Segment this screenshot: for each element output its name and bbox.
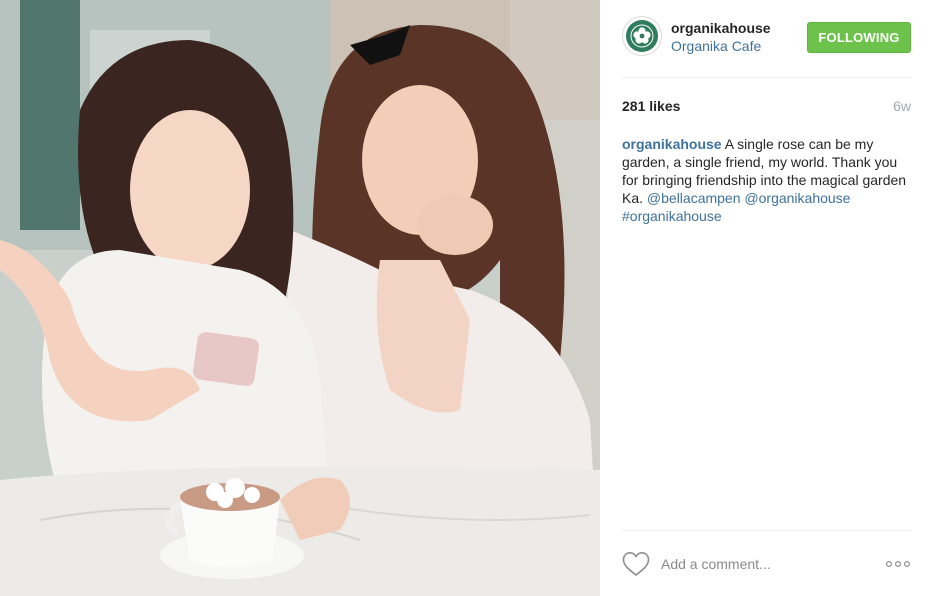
more-options-icon[interactable] [885, 557, 911, 569]
following-button[interactable]: FOLLOWING [807, 22, 911, 53]
header-divider [622, 77, 911, 78]
heart-icon[interactable] [622, 551, 650, 577]
header-location[interactable]: Organika Cafe [671, 38, 761, 54]
caption-username[interactable]: organikahouse [622, 136, 722, 152]
caption-mention-bellacampen[interactable]: @bellacampen [647, 190, 741, 206]
post-footer [622, 548, 911, 580]
post-photo [0, 0, 600, 596]
comment-input[interactable] [661, 552, 871, 576]
flower-logo-icon [626, 20, 658, 52]
likes-count[interactable]: 281 likes [622, 98, 680, 114]
post-sidebar: organikahouse Organika Cafe FOLLOWING 28… [600, 0, 931, 596]
post-time[interactable]: 6w [893, 98, 911, 114]
post-header: organikahouse Organika Cafe FOLLOWING [622, 16, 911, 62]
header-username[interactable]: organikahouse [671, 20, 771, 36]
post-caption: organikahouse A single rose can be my ga… [622, 135, 913, 225]
caption-hashtag[interactable]: #organikahouse [622, 208, 722, 224]
avatar[interactable] [622, 16, 662, 56]
footer-divider [622, 530, 911, 531]
caption-mention-organikahouse[interactable]: @organikahouse [744, 190, 850, 206]
